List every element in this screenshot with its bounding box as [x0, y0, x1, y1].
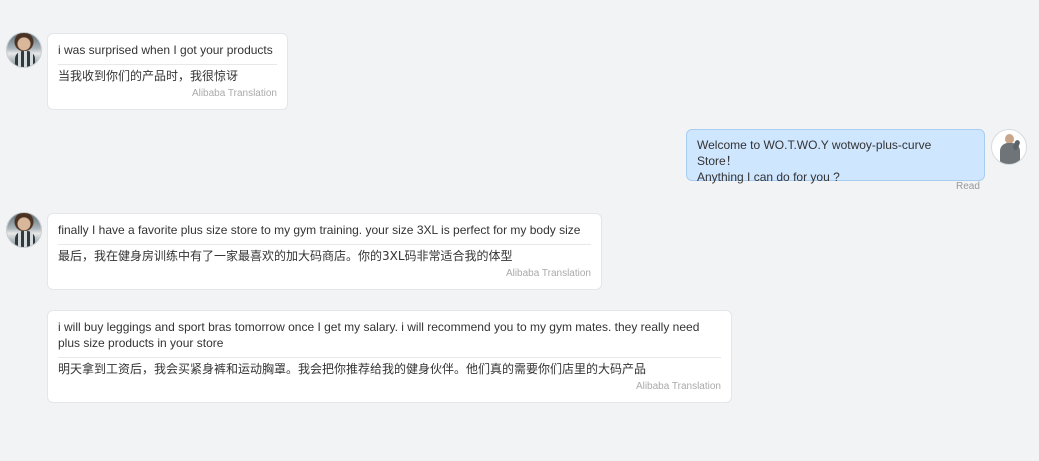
- translation-credit: Alibaba Translation: [505, 268, 591, 279]
- seller-message-bubble: Welcome to WO.T.WO.Y wotwoy-plus-curve S…: [686, 129, 985, 184]
- buyer-avatar[interactable]: [6, 32, 42, 68]
- translation-credit: Alibaba Translation: [635, 381, 721, 392]
- message-translation-text: 当我收到你们的产品时，我很惊讶: [58, 64, 277, 84]
- message-text-line-2: Anything I can do for you ?: [697, 170, 840, 184]
- buyer-message-bubble: i was surprised when I got your products…: [47, 33, 288, 110]
- buyer-avatar[interactable]: [6, 212, 42, 248]
- message-translation-text: 明天拿到工资后，我会买紧身裤和运动胸罩。我会把你推荐给我的健身伙伴。他们真的需要…: [58, 357, 721, 377]
- translation-credit: Alibaba Translation: [191, 88, 277, 99]
- message-text-line-1: Welcome to WO.T.WO.Y wotwoy-plus-curve S…: [697, 138, 932, 168]
- message-translation-text: 最后，我在健身房训练中有了一家最喜欢的加大码商店。你的3XL码非常适合我的体型: [58, 244, 591, 264]
- message-original-text: i was surprised when I got your products: [58, 43, 273, 57]
- seller-avatar[interactable]: [991, 129, 1027, 165]
- read-status: Read: [956, 181, 980, 192]
- message-original-text: finally I have a favorite plus size stor…: [58, 223, 581, 237]
- buyer-message-bubble: i will buy leggings and sport bras tomor…: [47, 310, 732, 403]
- message-original-text: i will buy leggings and sport bras tomor…: [58, 320, 700, 350]
- buyer-message-bubble: finally I have a favorite plus size stor…: [47, 213, 602, 290]
